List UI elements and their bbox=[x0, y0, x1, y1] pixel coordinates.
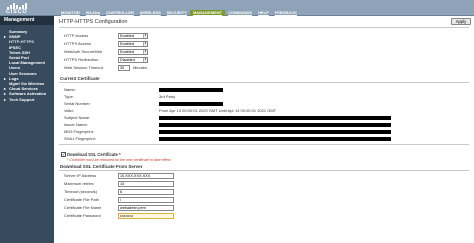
webauth-secureweb-select[interactable]: Enabled ▾ bbox=[118, 49, 148, 55]
https-access-value: Enabled bbox=[120, 42, 134, 46]
cisco-logo-bars-icon bbox=[7, 2, 29, 9]
cert-file-path-label: Certificate File Path bbox=[64, 197, 99, 202]
cert-serial-label: Serial Number: bbox=[64, 101, 91, 106]
divider bbox=[59, 82, 469, 83]
cert-password-input[interactable]: •••••••••• bbox=[118, 213, 174, 219]
web-session-timeout-input[interactable]: 30 bbox=[118, 65, 130, 71]
cert-type-value: 3rd Party bbox=[159, 94, 176, 99]
cert-type-label: Type: bbox=[64, 94, 74, 99]
cert-md5-label: MD5 Fingerprint: bbox=[64, 129, 94, 134]
divider bbox=[59, 170, 469, 171]
main-content: HTTP-HTTPS Configuration Apply HTTP Acce… bbox=[54, 16, 474, 243]
cisco-logo: CISCO bbox=[3, 2, 33, 15]
https-access-label: HTTPS Access bbox=[64, 41, 91, 46]
brand-name: CISCO bbox=[6, 9, 28, 15]
reboot-note: * Controller must be rebooted for the ne… bbox=[67, 158, 172, 162]
sidebar-item-tech-support[interactable]: ▸ Tech Support bbox=[0, 97, 54, 102]
cert-issuer-label: Issuer Name: bbox=[64, 122, 88, 127]
cert-name-label: Name: bbox=[64, 87, 76, 92]
download-ssl-certificate-label: Download SSL Certificate * bbox=[67, 152, 121, 157]
download-ssl-certificate-checkbox[interactable]: ✓ bbox=[61, 152, 66, 157]
caret-right-icon: ▸ bbox=[4, 96, 7, 102]
redacted-value bbox=[159, 115, 391, 120]
redacted-value bbox=[159, 129, 391, 134]
redacted-value bbox=[159, 136, 391, 141]
download-from-server-heading: Download SSL Certificate From Server bbox=[60, 164, 143, 169]
max-retries-input[interactable]: 10 bbox=[118, 181, 174, 187]
cert-valid-value: From Apr 14 00:00:01 2020 GMT Until Apr … bbox=[159, 108, 277, 113]
server-ip-label: Server IP Address bbox=[64, 173, 97, 178]
cert-file-name-input[interactable]: webadmin.pem bbox=[118, 205, 174, 211]
timeout-label: Timeout (seconds) bbox=[64, 189, 97, 194]
apply-button[interactable]: Apply bbox=[451, 18, 471, 25]
http-access-label: HTTP Access bbox=[64, 33, 89, 38]
https-access-select[interactable]: Enabled ▾ bbox=[118, 41, 148, 47]
chevron-down-icon: ▾ bbox=[143, 49, 147, 54]
chevron-down-icon: ▾ bbox=[143, 41, 147, 46]
webauth-secureweb-label: WebAuth SecureWeb bbox=[64, 49, 103, 54]
webauth-secureweb-value: Enabled bbox=[120, 50, 134, 54]
http-access-value: Enabled bbox=[120, 34, 134, 38]
cert-file-name-label: Certificate File Name bbox=[64, 205, 102, 210]
web-session-timeout-unit: Minutes bbox=[133, 65, 148, 70]
top-navigation-bar: CISCO MONITOR WLANs CONTROLLER WIRELESS … bbox=[0, 0, 474, 16]
divider bbox=[59, 27, 469, 28]
chevron-down-icon: ▾ bbox=[143, 57, 147, 62]
app-window: CISCO MONITOR WLANs CONTROLLER WIRELESS … bbox=[0, 0, 474, 243]
cert-subject-label: Subject Name: bbox=[64, 115, 91, 120]
cert-file-path-input[interactable]: / bbox=[118, 197, 174, 203]
max-retries-label: Maximum retries bbox=[64, 181, 94, 186]
server-ip-input[interactable]: 10.XXX.XXX.XXX bbox=[118, 173, 174, 179]
page-title: HTTP-HTTPS Configuration bbox=[59, 19, 128, 25]
sidebar-item-label: Tech Support bbox=[9, 96, 35, 102]
current-certificate-heading: Current Certificate bbox=[60, 76, 100, 81]
check-icon: ✓ bbox=[62, 152, 66, 157]
redacted-value bbox=[159, 87, 223, 92]
redacted-value bbox=[159, 122, 391, 127]
cert-password-label: Certificate Password bbox=[64, 213, 101, 218]
sidebar-title: Management bbox=[0, 16, 54, 25]
http-access-select[interactable]: Enabled ▾ bbox=[118, 33, 148, 39]
cert-valid-label: Valid: bbox=[64, 108, 74, 113]
timeout-input[interactable]: 6 bbox=[118, 189, 174, 195]
redacted-value bbox=[159, 101, 223, 106]
https-redirection-value: Disabled bbox=[120, 58, 135, 62]
web-session-timeout-label: Web Session Timeout bbox=[64, 65, 103, 70]
sidebar: Management Summary ▸ SNMP HTTP-HTTPS IPSE… bbox=[0, 16, 54, 243]
chevron-down-icon: ▾ bbox=[143, 33, 147, 38]
cert-sha1-label: SHA1 Fingerprint: bbox=[64, 136, 96, 141]
https-redirection-select[interactable]: Disabled ▾ bbox=[118, 57, 148, 63]
https-redirection-label: HTTPS Redirection bbox=[64, 57, 99, 62]
divider bbox=[59, 144, 469, 145]
